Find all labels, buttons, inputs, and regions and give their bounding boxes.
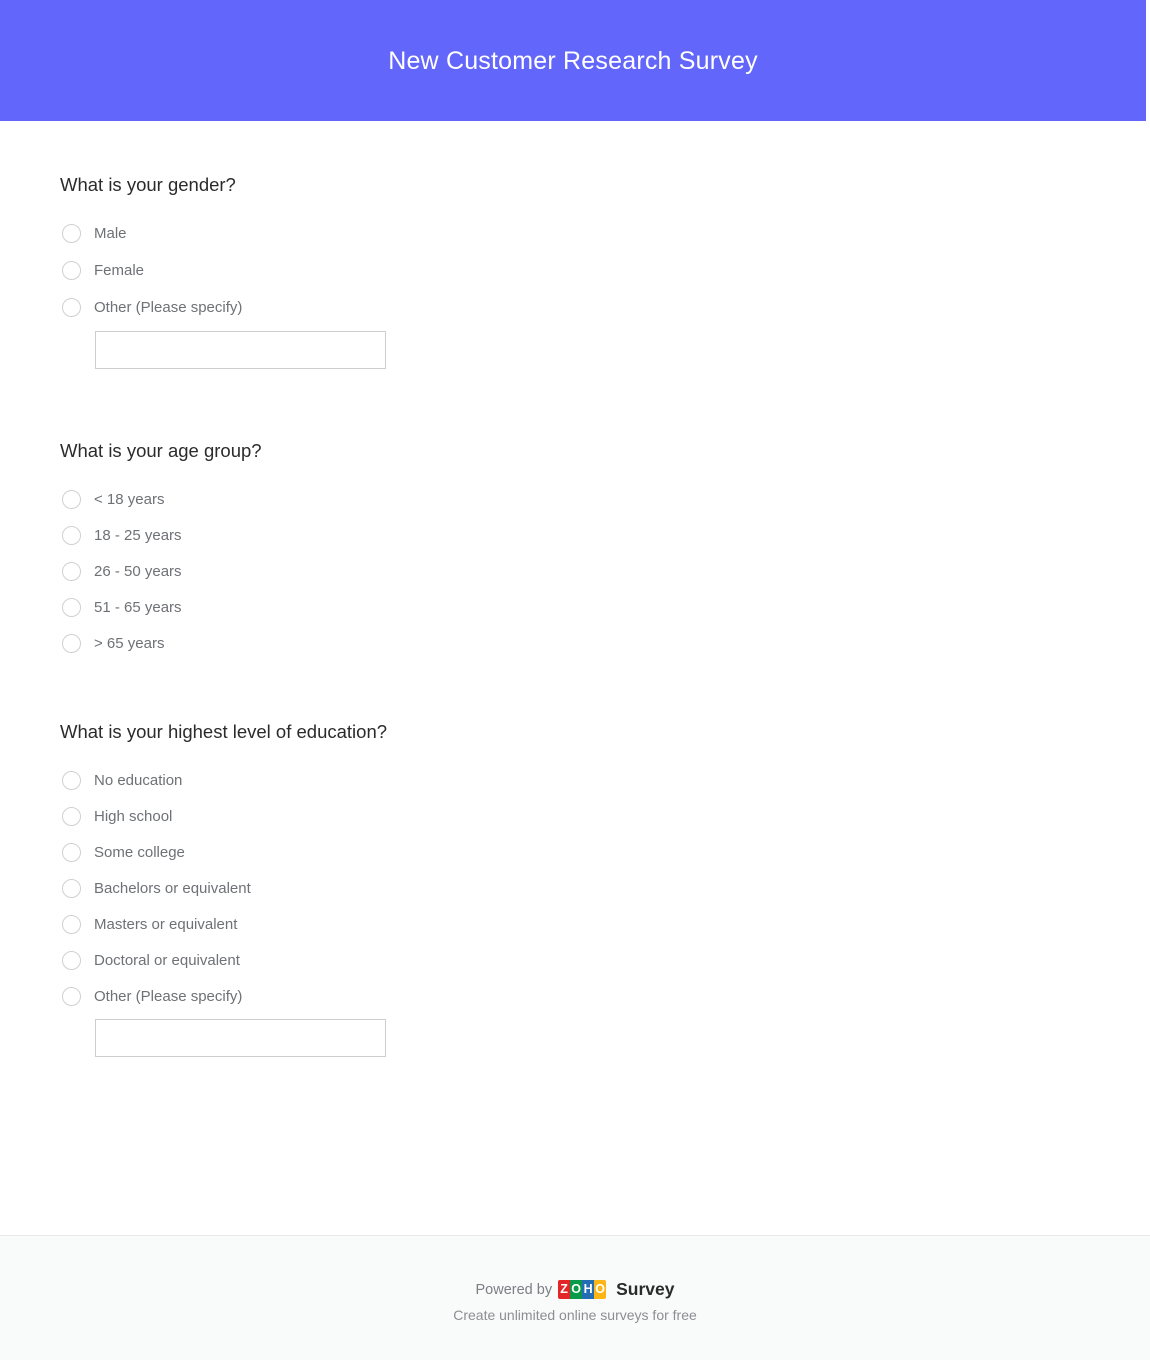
option-label: Other (Please specify) — [94, 988, 243, 1006]
radio-unchecked-icon[interactable] — [62, 490, 81, 510]
option-education-some-college[interactable]: Some college — [60, 839, 1090, 867]
zoho-logo-letter-o2: O — [594, 1280, 607, 1299]
option-label: 18 - 25 years — [94, 527, 182, 545]
radio-unchecked-icon[interactable] — [62, 951, 81, 971]
questions-container: What is your gender? Male Female Other (… — [0, 173, 1150, 1057]
option-label: Some college — [94, 844, 185, 862]
specify-row-education — [95, 1018, 1090, 1057]
option-label: < 18 years — [94, 491, 165, 509]
options-list-education: No education High school Some college Ba… — [60, 767, 1090, 1057]
powered-by-label: Powered by — [475, 1281, 553, 1298]
option-label: High school — [94, 808, 173, 826]
survey-header-banner: New Customer Research Survey — [0, 0, 1146, 121]
option-gender-other[interactable]: Other (Please specify) — [60, 294, 1090, 322]
option-education-bachelors[interactable]: Bachelors or equivalent — [60, 875, 1090, 903]
radio-unchecked-icon[interactable] — [62, 298, 81, 318]
option-label: 51 - 65 years — [94, 599, 182, 617]
option-gender-female[interactable]: Female — [60, 257, 1090, 285]
specify-row-gender — [95, 330, 1090, 369]
option-label: > 65 years — [94, 635, 165, 653]
gender-other-specify-input[interactable] — [95, 330, 386, 369]
question-title-education: What is your highest level of education? — [60, 720, 388, 742]
question-title-age-group: What is your age group? — [60, 439, 262, 461]
option-age-over-65[interactable]: > 65 years — [60, 630, 1090, 658]
option-label: Masters or equivalent — [94, 916, 238, 934]
page-title: New Customer Research Survey — [388, 46, 758, 75]
radio-unchecked-icon[interactable] — [62, 915, 81, 935]
option-label: Bachelors or equivalent — [94, 880, 251, 898]
radio-unchecked-icon[interactable] — [62, 987, 81, 1007]
option-education-high-school[interactable]: High school — [60, 803, 1090, 831]
options-list-age-group: < 18 years 18 - 25 years 26 - 50 years 5… — [60, 486, 1090, 658]
option-label: 26 - 50 years — [94, 563, 182, 581]
footer-tagline: Create unlimited online surveys for free — [453, 1307, 697, 1323]
option-age-51-65[interactable]: 51 - 65 years — [60, 594, 1090, 622]
option-label: Male — [94, 225, 127, 243]
radio-unchecked-icon[interactable] — [62, 526, 81, 546]
survey-body: What is your gender? Male Female Other (… — [0, 121, 1150, 1235]
zoho-logo-letter-o1: O — [570, 1280, 583, 1299]
powered-by-line: Powered by Z O H O Survey — [475, 1279, 675, 1300]
zoho-logo[interactable]: Z O H O — [558, 1280, 607, 1299]
question-block-age-group: What is your age group? < 18 years 18 - … — [60, 439, 1090, 658]
radio-unchecked-icon[interactable] — [62, 634, 81, 654]
option-gender-male[interactable]: Male — [60, 220, 1090, 248]
option-label: Other (Please specify) — [94, 299, 243, 317]
zoho-logo-letter-h: H — [582, 1280, 595, 1299]
education-other-specify-input[interactable] — [95, 1018, 386, 1057]
option-age-under-18[interactable]: < 18 years — [60, 486, 1090, 514]
brand-survey-word: Survey — [616, 1279, 675, 1299]
option-education-no-education[interactable]: No education — [60, 767, 1090, 795]
radio-unchecked-icon[interactable] — [62, 879, 81, 899]
question-title-gender: What is your gender? — [60, 174, 236, 195]
radio-unchecked-icon[interactable] — [62, 771, 81, 791]
option-age-26-50[interactable]: 26 - 50 years — [60, 558, 1090, 586]
option-education-masters[interactable]: Masters or equivalent — [60, 911, 1090, 939]
zoho-logo-letter-z: Z — [558, 1280, 571, 1299]
option-label: No education — [94, 772, 183, 790]
radio-unchecked-icon[interactable] — [62, 598, 81, 618]
survey-footer: Powered by Z O H O Survey Create unlimit… — [0, 1235, 1150, 1360]
option-education-doctoral[interactable]: Doctoral or equivalent — [60, 947, 1090, 975]
radio-unchecked-icon[interactable] — [62, 261, 81, 281]
survey-page: New Customer Research Survey What is you… — [0, 0, 1150, 1360]
radio-unchecked-icon[interactable] — [62, 807, 81, 827]
option-education-other[interactable]: Other (Please specify) — [60, 983, 1090, 1011]
radio-unchecked-icon[interactable] — [62, 224, 81, 244]
option-label: Doctoral or equivalent — [94, 952, 240, 970]
radio-unchecked-icon[interactable] — [62, 843, 81, 863]
option-label: Female — [94, 262, 145, 280]
options-list-gender: Male Female Other (Please specify) — [60, 220, 1090, 369]
option-age-18-25[interactable]: 18 - 25 years — [60, 522, 1090, 550]
radio-unchecked-icon[interactable] — [62, 562, 81, 582]
question-block-education: What is your highest level of education?… — [60, 720, 1090, 1057]
question-block-gender: What is your gender? Male Female Other (… — [60, 173, 1090, 369]
